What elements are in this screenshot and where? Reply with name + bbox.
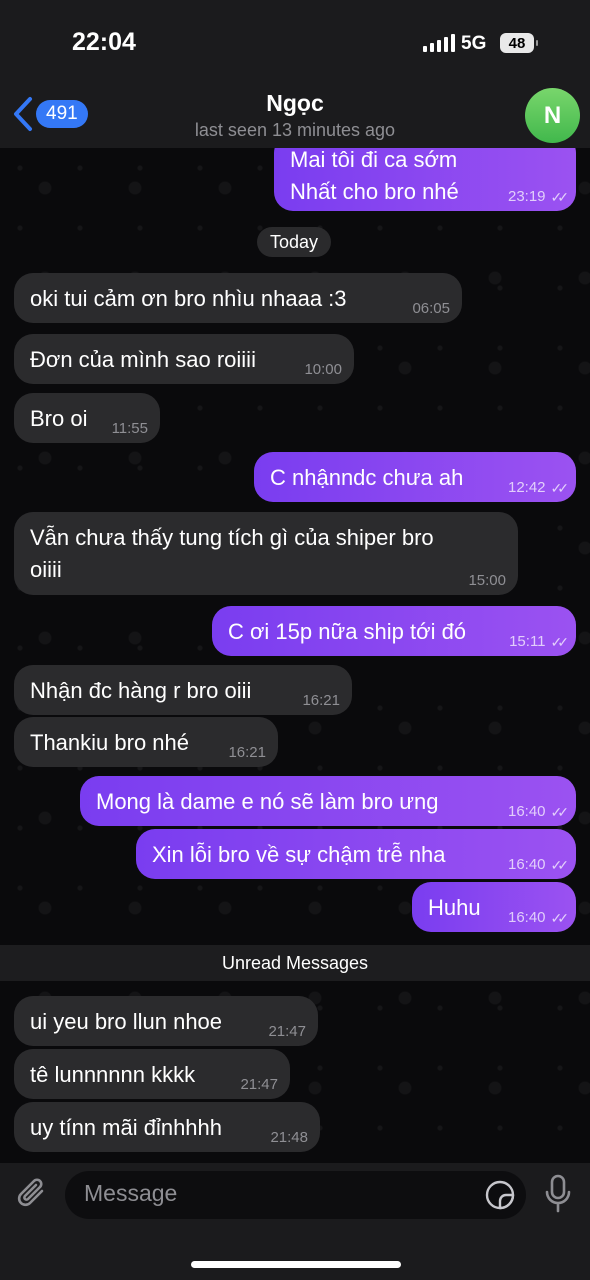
message-text: C ơi 15p nữa ship tới đó: [228, 616, 466, 648]
read-receipt-icon: ✓✓: [550, 634, 570, 650]
message-text: Mong là dame e nó sẽ làm bro ưng: [96, 786, 438, 818]
home-indicator: [191, 1261, 401, 1268]
read-receipt-icon: ✓✓: [550, 480, 570, 496]
message-text: uy tínn mãi đỉnhhhh: [30, 1112, 222, 1144]
message-meta: 16:40 ✓✓: [507, 803, 570, 821]
message-text-line: uy tínn mãi đỉnhhhh: [30, 1115, 223, 1140]
message-text: Đơn của mình sao roiiii: [30, 344, 256, 376]
message-text: ui yeu bro llun nhoe: [30, 1006, 222, 1038]
message-text-line: Thankiu bro nhé: [30, 730, 189, 755]
message-time: 16:40: [507, 856, 546, 873]
message-text: Vẫn chưa thấy tung tích gì của shiper br…: [30, 522, 434, 586]
message-text: Huhu: [428, 892, 481, 924]
avatar[interactable]: N: [525, 88, 580, 143]
message-time: 21:48: [270, 1129, 308, 1146]
attachment-icon[interactable]: [16, 1175, 50, 1213]
message-meta: 16:40 ✓✓: [507, 856, 570, 874]
message-meta: 15:11 ✓✓: [509, 633, 570, 651]
message-time: 21:47: [240, 1076, 278, 1093]
message-meta: 21:47: [240, 1077, 278, 1093]
message-text-line: C ơi 15p nữa ship tới đó: [228, 619, 467, 644]
incoming-message-bubble[interactable]: Thankiu bro nhé 16:21: [14, 717, 278, 767]
message-text: Bro oi: [30, 403, 87, 435]
status-time: 22:04: [72, 28, 136, 56]
message-meta: 06:05: [412, 301, 450, 317]
read-receipt-icon: ✓✓: [550, 804, 570, 820]
message-text-line: oki tui cảm ơn bro nhìu nhaaa :3: [30, 286, 347, 311]
outgoing-message-bubble[interactable]: Xin lỗi bro về sự chậm trễ nha 16:40 ✓✓: [136, 829, 576, 879]
incoming-message-bubble[interactable]: uy tínn mãi đỉnhhhh 21:48: [14, 1102, 320, 1152]
message-time: 11:55: [111, 420, 148, 437]
network-type: 5G: [461, 33, 487, 54]
message-meta: 12:42 ✓✓: [507, 479, 570, 497]
message-text-line: Bro oi: [30, 406, 88, 431]
message-time: 15:00: [468, 572, 506, 589]
outgoing-message-bubble[interactable]: C nhậnndc chưa ah 12:42 ✓✓: [254, 452, 576, 502]
message-text-line: Xin lỗi bro về sự chậm trễ nha: [152, 842, 446, 867]
incoming-message-bubble[interactable]: Nhận đc hàng r bro oiii 16:21: [14, 665, 352, 715]
message-text-line: Đơn của mình sao roiiii: [30, 347, 256, 372]
message-text-line: Vẫn chưa thấy tung tích gì của shiper br…: [30, 525, 434, 550]
incoming-message-bubble[interactable]: Vẫn chưa thấy tung tích gì của shiper br…: [14, 512, 518, 595]
message-time: 10:00: [304, 361, 342, 378]
message-time: 15:11: [509, 633, 546, 650]
outgoing-message-bubble[interactable]: Huhu 16:40 ✓✓: [412, 882, 576, 932]
message-text: Thankiu bro nhé: [30, 727, 189, 759]
incoming-message-bubble[interactable]: ui yeu bro llun nhoe 21:47: [14, 996, 318, 1046]
message-meta: 16:21: [302, 693, 340, 709]
message-time: 23:19: [507, 188, 546, 205]
message-meta: 16:21: [228, 745, 266, 761]
message-meta: 15:00: [468, 573, 506, 589]
message-text-line: Mai tôi đi ca sớm: [290, 148, 458, 172]
read-receipt-icon: ✓✓: [550, 857, 570, 873]
read-receipt-icon: ✓✓: [550, 189, 570, 205]
message-text: oki tui cảm ơn bro nhìu nhaaa :3: [30, 283, 347, 315]
message-text-line: oiiii: [30, 557, 62, 582]
message-list[interactable]: Today Unread Messages Mai tôi đi ca sớm N…: [0, 148, 590, 1163]
message-text: tê lunnnnnn kkkk: [30, 1059, 195, 1091]
message-text-line: tê lunnnnnn kkkk: [30, 1062, 196, 1087]
battery-icon: 48: [500, 33, 538, 53]
outgoing-message-bubble[interactable]: Mong là dame e nó sẽ làm bro ưng 16:40 ✓✓: [80, 776, 576, 826]
incoming-message-bubble[interactable]: oki tui cảm ơn bro nhìu nhaaa :3 06:05: [14, 273, 462, 323]
message-time: 12:42: [507, 479, 546, 496]
message-meta: 11:55: [112, 421, 148, 437]
outgoing-message-bubble[interactable]: Mai tôi đi ca sớm Nhất cho bro nhé 23:19 ✓✓: [274, 148, 576, 211]
message-input-placeholder: Message: [84, 1180, 178, 1206]
incoming-message-bubble[interactable]: tê lunnnnnn kkkk 21:47: [14, 1049, 290, 1099]
contact-name[interactable]: Ngọc: [0, 90, 590, 117]
incoming-message-bubble[interactable]: Bro oi 11:55: [14, 393, 160, 443]
last-seen-status: last seen 13 minutes ago: [194, 120, 396, 140]
message-time: 16:40: [507, 909, 546, 926]
signal-bars-icon: [423, 34, 455, 52]
message-text: Nhận đc hàng r bro oiii: [30, 675, 251, 707]
unread-divider: Unread Messages: [0, 945, 590, 981]
message-text-line: Nhận đc hàng r bro oiii: [30, 678, 252, 703]
date-separator: Today: [257, 227, 331, 257]
message-meta: 23:19 ✓✓: [507, 188, 570, 206]
message-text-line: Nhất cho bro nhé: [290, 179, 459, 204]
top-bar: 22:04 5G 48 491 Ngọc last seen 13 minute…: [0, 0, 590, 148]
message-text-line: Huhu: [428, 895, 481, 920]
outgoing-message-bubble[interactable]: C ơi 15p nữa ship tới đó 15:11 ✓✓: [212, 606, 576, 656]
sticker-icon[interactable]: [484, 1179, 516, 1211]
message-meta: 16:40 ✓✓: [507, 909, 570, 927]
message-text-line: ui yeu bro llun nhoe: [30, 1009, 223, 1034]
message-meta: 21:47: [268, 1024, 306, 1040]
message-time: 16:21: [228, 744, 266, 761]
read-receipt-icon: ✓✓: [550, 910, 570, 926]
message-time: 16:21: [302, 692, 340, 709]
message-time: 21:47: [268, 1023, 306, 1040]
message-text-line: C nhậnndc chưa ah: [270, 465, 464, 490]
microphone-icon[interactable]: [543, 1174, 573, 1214]
message-text: Xin lỗi bro về sự chậm trễ nha: [152, 839, 446, 871]
message-time: 16:40: [507, 803, 546, 820]
message-text: Mai tôi đi ca sớm Nhất cho bro nhé: [290, 148, 459, 208]
message-meta: 10:00: [304, 362, 342, 378]
message-text-line: Mong là dame e nó sẽ làm bro ưng: [96, 789, 439, 814]
message-text: C nhậnndc chưa ah: [270, 462, 463, 494]
message-time: 06:05: [412, 300, 450, 317]
message-meta: 21:48: [270, 1130, 308, 1146]
incoming-message-bubble[interactable]: Đơn của mình sao roiiii 10:00: [14, 334, 354, 384]
